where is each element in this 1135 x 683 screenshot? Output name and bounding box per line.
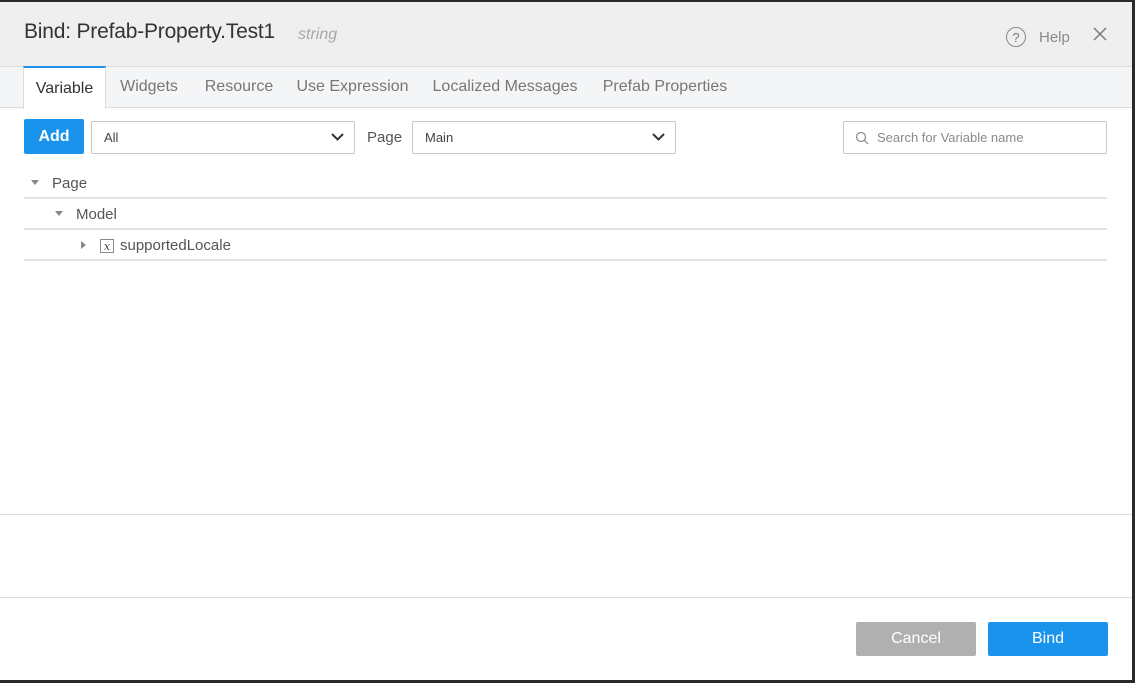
variable-tree: Page Model x supportedLocale bbox=[24, 168, 1107, 261]
tree-node-label: Model bbox=[76, 206, 117, 223]
variable-filter-value: All bbox=[104, 130, 119, 145]
caret-right-icon[interactable] bbox=[79, 240, 89, 250]
tree-node-supportedlocale[interactable]: x supportedLocale bbox=[24, 230, 1107, 261]
page-select-value: Main bbox=[425, 130, 454, 145]
search-input[interactable] bbox=[877, 130, 1097, 145]
tree-node-label: Page bbox=[52, 175, 88, 192]
help-label: Help bbox=[1039, 28, 1070, 46]
tab-prefab-properties[interactable]: Prefab Properties bbox=[597, 66, 733, 108]
variable-search[interactable] bbox=[843, 121, 1107, 154]
bind-dialog: Bind: Prefab-Property.Test1 string ? Hel… bbox=[0, 2, 1132, 680]
tree-node-model[interactable]: Model bbox=[24, 199, 1107, 230]
tab-bar: Variable Widgets Resource Use Expression… bbox=[0, 66, 1132, 109]
chevron-down-icon bbox=[652, 133, 665, 141]
tab-localized-messages[interactable]: Localized Messages bbox=[427, 66, 583, 108]
tab-resource[interactable]: Resource bbox=[199, 66, 279, 108]
close-button[interactable] bbox=[1092, 26, 1108, 42]
dialog-title: Bind: Prefab-Property.Test1 bbox=[24, 20, 275, 43]
variable-filter-select[interactable]: All bbox=[91, 121, 355, 154]
page-select[interactable]: Main bbox=[412, 121, 676, 154]
property-type: string bbox=[298, 26, 338, 43]
search-icon bbox=[855, 131, 869, 144]
question-circle-icon: ? bbox=[1006, 27, 1026, 47]
tab-use-expression[interactable]: Use Expression bbox=[292, 66, 413, 108]
caret-down-icon[interactable] bbox=[54, 209, 64, 219]
tab-widgets[interactable]: Widgets bbox=[113, 66, 185, 108]
chevron-down-icon bbox=[331, 133, 344, 141]
add-button[interactable]: Add bbox=[24, 119, 84, 154]
page-label: Page bbox=[367, 129, 403, 146]
divider bbox=[0, 514, 1132, 515]
dialog-header: Bind: Prefab-Property.Test1 string ? Hel… bbox=[0, 2, 1132, 66]
cancel-button[interactable]: Cancel bbox=[856, 622, 976, 656]
tree-node-page[interactable]: Page bbox=[24, 168, 1107, 199]
bind-button[interactable]: Bind bbox=[988, 622, 1108, 656]
tab-variable[interactable]: Variable bbox=[23, 66, 106, 109]
variable-icon: x bbox=[100, 239, 114, 253]
help-button[interactable]: ? Help bbox=[1006, 26, 1070, 48]
tree-node-label: supportedLocale bbox=[120, 237, 231, 254]
footer-divider bbox=[0, 597, 1132, 598]
close-icon bbox=[1093, 27, 1107, 41]
caret-down-icon[interactable] bbox=[30, 178, 40, 188]
